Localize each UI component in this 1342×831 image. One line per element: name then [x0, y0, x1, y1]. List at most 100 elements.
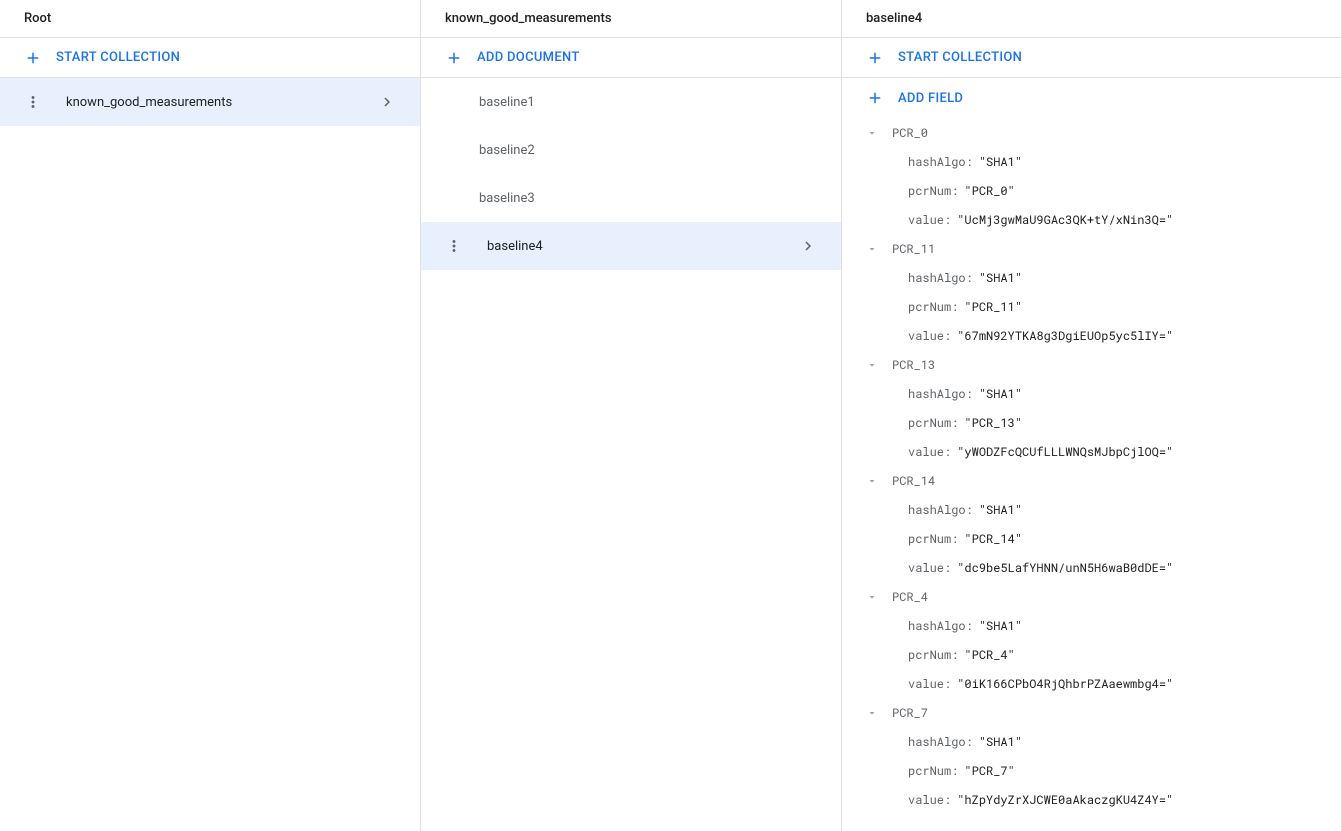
field-value: "SHA1" [979, 502, 1022, 518]
field-kv[interactable]: pcrNum: "PCR_0" [842, 176, 1341, 205]
triangle-down-icon [866, 127, 884, 139]
field-kv[interactable]: pcrNum: "PCR_4" [842, 640, 1341, 669]
add-field-button[interactable]: ADD FIELD [842, 78, 1341, 118]
field-key: value: [908, 560, 951, 576]
field-kv[interactable]: hashAlgo:"SHA1" [842, 495, 1341, 524]
panel-title-collection: known_good_measurements [421, 0, 841, 38]
field-value: "SHA1" [979, 386, 1022, 402]
field-group-name: PCR_0 [892, 125, 928, 141]
field-value: "yWODZFcQCUfLLLWNQsMJbpCjlOQ=" [957, 444, 1173, 460]
field-group-header[interactable]: PCR_11 [842, 234, 1341, 263]
panel-title-root: Root [0, 0, 420, 38]
field-group-header[interactable]: PCR_7 [842, 698, 1341, 727]
field-kv[interactable]: value: "UcMj3gwMaU9GAc3QK+tY/xNin3Q=" [842, 205, 1341, 234]
field-group-header[interactable]: PCR_13 [842, 350, 1341, 379]
document-row[interactable]: baseline3 [421, 174, 841, 222]
field-key: hashAlgo: [908, 270, 973, 286]
document-label: baseline4 [487, 239, 799, 254]
field-key: pcrNum: [908, 647, 958, 663]
field-value: "PCR_4" [964, 647, 1014, 663]
add-field-label: ADD FIELD [898, 91, 963, 106]
plus-icon [866, 49, 884, 67]
field-key: value: [908, 444, 951, 460]
field-kv[interactable]: hashAlgo: "SHA1" [842, 611, 1341, 640]
field-kv[interactable]: pcrNum: "PCR_14" [842, 524, 1341, 553]
documents-panel: known_good_measurements ADD DOCUMENT bas… [421, 0, 842, 831]
field-value: "SHA1" [979, 618, 1022, 634]
start-collection-button[interactable]: START COLLECTION [0, 38, 420, 78]
field-value: "dc9be5LafYHNN/unN5H6waB0dDE=" [957, 560, 1173, 576]
triangle-down-icon [866, 475, 884, 487]
field-kv[interactable]: value: "67mN92YTKA8g3DgiEUOp5yc5lIY=" [842, 321, 1341, 350]
field-key: value: [908, 676, 951, 692]
field-key: pcrNum: [908, 415, 958, 431]
field-kv[interactable]: hashAlgo: "SHA1" [842, 379, 1341, 408]
fields-list: PCR_0hashAlgo:"SHA1"pcrNum:"PCR_0"value:… [842, 118, 1341, 831]
triangle-down-icon [866, 707, 884, 719]
field-value: "PCR_11" [964, 299, 1022, 315]
field-group-header[interactable]: PCR_0 [842, 118, 1341, 147]
field-group-name: PCR_14 [892, 473, 935, 489]
field-kv[interactable]: value:"hZpYdyZrXJCWE0aAkaczgKU4Z4Y=" [842, 785, 1341, 814]
more-icon[interactable] [445, 237, 463, 255]
field-group-name: PCR_4 [892, 589, 928, 605]
collections-list: known_good_measurements [0, 78, 420, 831]
document-row[interactable]: baseline2 [421, 126, 841, 174]
field-group-name: PCR_11 [892, 241, 935, 257]
collections-panel: Root START COLLECTION known_good_measure… [0, 0, 421, 831]
collection-label: known_good_measurements [66, 95, 378, 110]
field-kv[interactable]: value: "yWODZFcQCUfLLLWNQsMJbpCjlOQ=" [842, 437, 1341, 466]
documents-list: baseline1 baseline2baseline3 baseline4 [421, 78, 841, 831]
field-value: "0iK166CPbO4RjQhbrPZAaewmbg4=" [957, 676, 1173, 692]
field-value: "UcMj3gwMaU9GAc3QK+tY/xNin3Q=" [957, 212, 1173, 228]
field-value: "PCR_13" [964, 415, 1022, 431]
field-value: "hZpYdyZrXJCWE0aAkaczgKU4Z4Y=" [957, 792, 1173, 808]
field-value: "PCR_0" [964, 183, 1014, 199]
field-kv[interactable]: hashAlgo: "SHA1" [842, 263, 1341, 292]
field-kv[interactable]: hashAlgo:"SHA1" [842, 727, 1341, 756]
plus-icon [866, 89, 884, 107]
start-subcollection-button[interactable]: START COLLECTION [842, 38, 1341, 78]
panel-title-text: baseline4 [866, 11, 922, 26]
plus-icon [24, 49, 42, 67]
triangle-down-icon [866, 243, 884, 255]
field-kv[interactable]: pcrNum:"PCR_7" [842, 756, 1341, 785]
triangle-down-icon [866, 359, 884, 371]
field-key: pcrNum: [908, 183, 958, 199]
field-key: pcrNum: [908, 531, 958, 547]
field-value: "PCR_14" [964, 531, 1022, 547]
chevron-right-icon [378, 93, 396, 111]
field-key: value: [908, 328, 951, 344]
field-kv[interactable]: value: "0iK166CPbO4RjQhbrPZAaewmbg4=" [842, 669, 1341, 698]
field-value: "67mN92YTKA8g3DgiEUOp5yc5lIY=" [957, 328, 1173, 344]
more-icon[interactable] [24, 93, 42, 111]
panel-title-text: known_good_measurements [445, 11, 612, 26]
field-key: hashAlgo: [908, 618, 973, 634]
document-row[interactable]: baseline1 [421, 78, 841, 126]
document-row[interactable]: baseline4 [421, 222, 841, 270]
add-document-button[interactable]: ADD DOCUMENT [421, 38, 841, 78]
field-group-name: PCR_7 [892, 705, 928, 721]
add-document-label: ADD DOCUMENT [477, 50, 580, 65]
field-kv[interactable]: value: "dc9be5LafYHNN/unN5H6waB0dDE=" [842, 553, 1341, 582]
field-group-header[interactable]: PCR_14 [842, 466, 1341, 495]
field-key: hashAlgo: [908, 386, 973, 402]
field-kv[interactable]: pcrNum: "PCR_11" [842, 292, 1341, 321]
field-key: value: [908, 212, 951, 228]
start-subcollection-label: START COLLECTION [898, 50, 1022, 65]
field-key: hashAlgo: [908, 734, 973, 750]
field-key: hashAlgo: [908, 154, 973, 170]
field-kv[interactable]: pcrNum: "PCR_13" [842, 408, 1341, 437]
field-value: "SHA1" [979, 270, 1022, 286]
field-key: pcrNum: [908, 299, 958, 315]
field-kv[interactable]: hashAlgo: "SHA1" [842, 147, 1341, 176]
chevron-right-icon [799, 237, 817, 255]
field-value: "SHA1" [979, 154, 1022, 170]
collection-row[interactable]: known_good_measurements [0, 78, 420, 126]
panel-title-text: Root [24, 11, 51, 26]
field-group-name: PCR_13 [892, 357, 935, 373]
document-label: baseline1 [479, 95, 817, 110]
panel-title-document: baseline4 [842, 0, 1341, 38]
start-collection-label: START COLLECTION [56, 50, 180, 65]
field-group-header[interactable]: PCR_4 [842, 582, 1341, 611]
